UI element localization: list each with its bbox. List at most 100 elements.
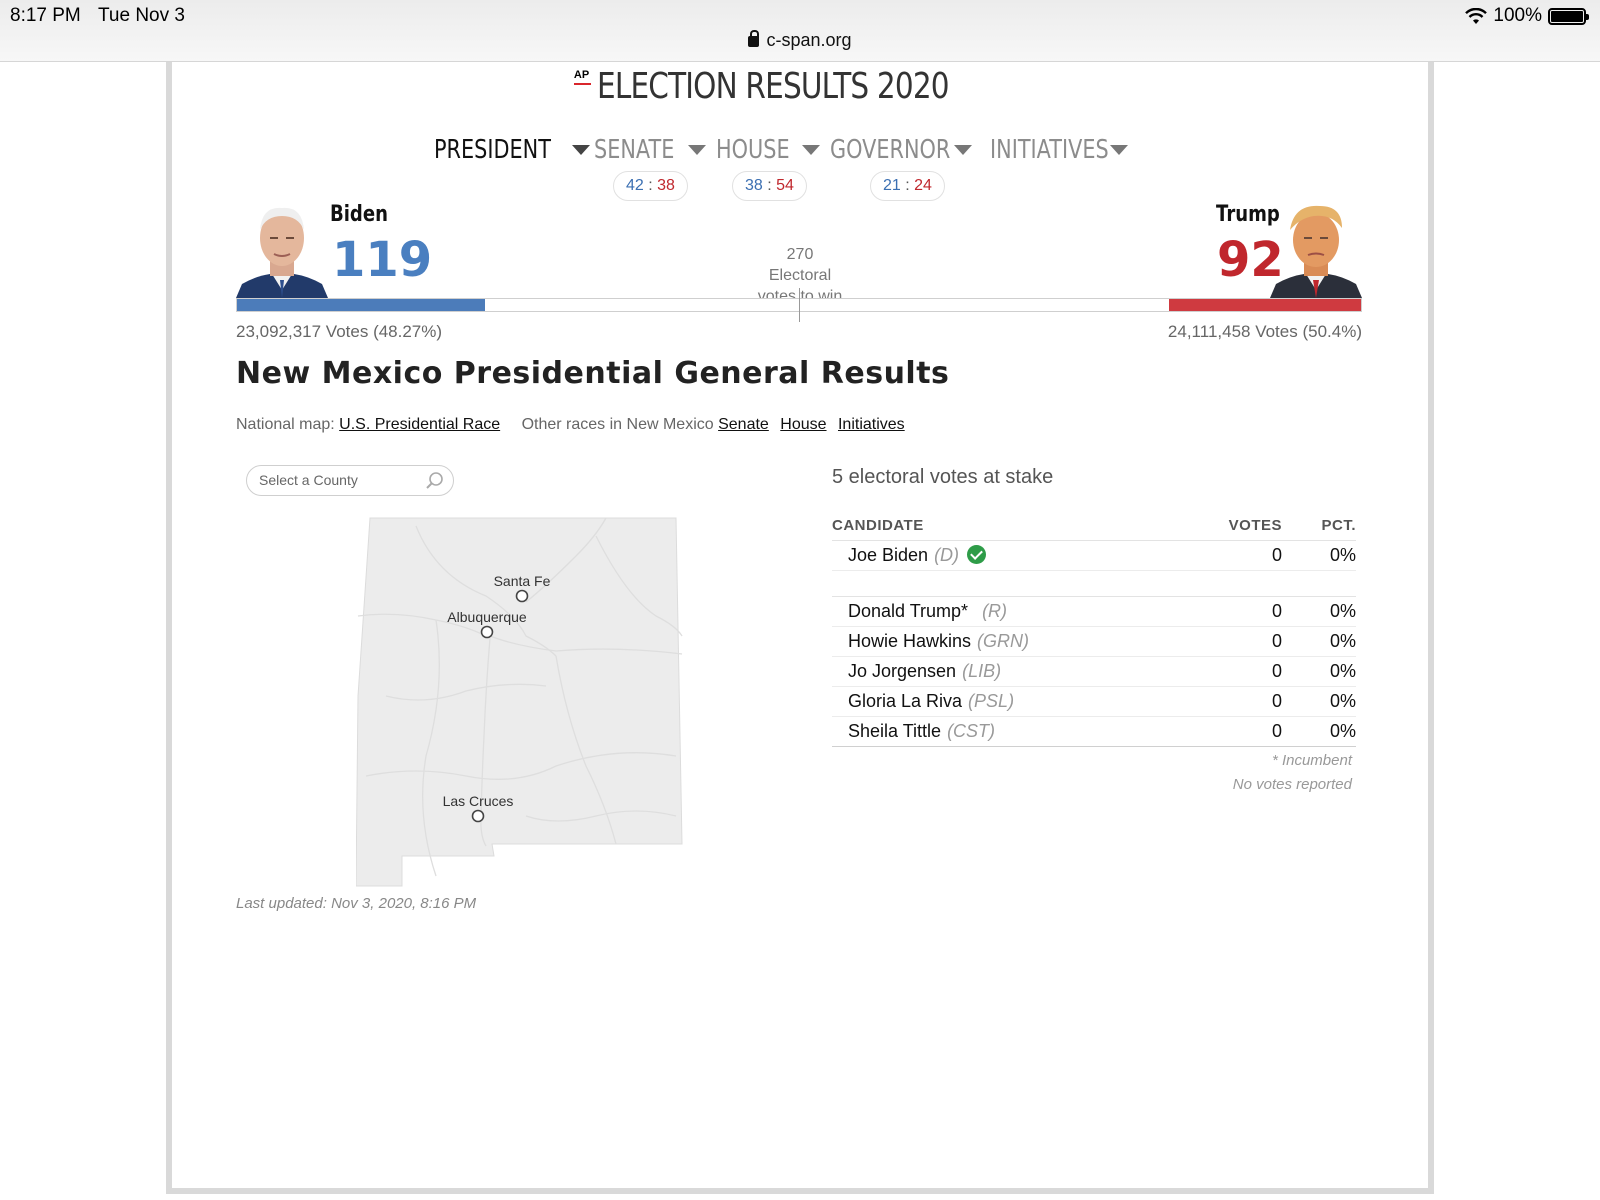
pct-cell: 0% (1282, 656, 1356, 687)
county-search-input[interactable] (259, 472, 419, 488)
rep-score: 54 (776, 177, 794, 194)
senate-score-badge: 42 : 38 (613, 171, 688, 201)
party-label: (D) (934, 544, 960, 565)
ios-status-bar: 8:17 PM Tue Nov 3 100% c-span.org (0, 0, 1600, 62)
dem-score: 42 (626, 177, 644, 194)
party-label: (CST) (947, 720, 996, 741)
pct-column-header: PCT. (1282, 512, 1356, 541)
pct-cell: 0% (1282, 626, 1356, 657)
electoral-votes-at-stake: 5 electoral votes at stake (832, 466, 1054, 488)
table-row: Jo Jorgensen (LIB) 0 0% (832, 656, 1356, 687)
table-row: Howie Hawkins (GRN) 0 0% (832, 626, 1356, 657)
threshold-number: 270 (786, 246, 814, 263)
battery-percent: 100% (1493, 5, 1542, 26)
score-separator: : (648, 177, 653, 194)
votes-cell: 0 (1162, 626, 1282, 657)
race-links: National map: U.S. Presidential Race Oth… (236, 416, 912, 434)
no-votes-note: No votes reported (1232, 776, 1352, 793)
trump-portrait (1270, 205, 1362, 298)
initiatives-link[interactable]: Initiatives (838, 416, 905, 433)
votes-cell: 0 (1162, 596, 1282, 627)
dem-score: 38 (745, 177, 763, 194)
candidate-cell: Jo Jorgensen (LIB) (832, 656, 1162, 687)
dem-score: 21 (883, 177, 901, 194)
candidate-name: Jo Jorgensen (848, 660, 957, 681)
new-mexico-map[interactable]: Santa Fe Albuquerque Las Cruces (356, 516, 700, 896)
tab-senate[interactable]: SENATE 42 : 38 (594, 135, 716, 201)
dem-popular-vote: 23,092,317 Votes (48.27%) (236, 322, 443, 341)
votes-cell: 0 (1162, 656, 1282, 687)
tab-initiatives[interactable]: INITIATIVES (990, 135, 1160, 165)
tab-label: GOVERNOR (830, 135, 951, 165)
search-icon[interactable] (425, 471, 445, 491)
rep-candidate-name: Trump (1216, 202, 1280, 227)
tab-house[interactable]: HOUSE 38 : 54 (716, 135, 830, 201)
candidate-cell: Gloria La Riva (PSL) (832, 686, 1162, 717)
threshold-marker (799, 288, 800, 322)
table-row: Gloria La Riva (PSL) 0 0% (832, 686, 1356, 717)
chevron-down-icon (801, 145, 820, 155)
party-label: (LIB) (962, 660, 1002, 681)
national-race-link[interactable]: U.S. Presidential Race (339, 416, 500, 433)
county-search[interactable] (246, 465, 454, 496)
address-bar[interactable]: c-span.org (0, 30, 1600, 51)
city-label: Albuquerque (447, 609, 527, 625)
other-races-label: Other races in New Mexico (521, 416, 714, 433)
page-header: AP ELECTION RESULTS 2020 (0, 66, 1600, 107)
state-results-title: New Mexico Presidential General Results (236, 356, 950, 391)
page-title: ELECTION RESULTS 2020 (597, 66, 950, 107)
national-map-label: National map: (236, 416, 335, 433)
house-score-badge: 38 : 54 (732, 171, 807, 201)
candidate-column-header: CANDIDATE (832, 512, 1162, 541)
house-link[interactable]: House (780, 416, 826, 433)
senate-link[interactable]: Senate (718, 416, 769, 433)
pct-cell: 0% (1282, 596, 1356, 627)
results-table: CANDIDATE VOTES PCT. Joe Biden (D) 0 0% D… (832, 512, 1356, 747)
incumbent-note: * Incumbent (1271, 752, 1352, 769)
table-header-row: CANDIDATE VOTES PCT. (832, 512, 1356, 541)
candidate-cell: Donald Trump* (R) (832, 596, 1162, 627)
biden-portrait (236, 207, 328, 298)
party-label: (GRN) (977, 630, 1030, 651)
battery-icon (1548, 7, 1589, 25)
threshold-text: Electoral (768, 267, 832, 284)
rep-score: 24 (914, 177, 932, 194)
wifi-icon (1465, 7, 1488, 24)
lock-icon (748, 30, 760, 47)
votes-cell: 0 (1162, 716, 1282, 747)
candidate-cell: Howie Hawkins (GRN) (832, 626, 1162, 657)
ap-logo: AP (573, 69, 592, 85)
chevron-down-icon (1110, 145, 1129, 155)
candidate-name: Sheila Tittle (848, 720, 942, 741)
candidate-name: Joe Biden (848, 544, 929, 565)
candidate-name: Howie Hawkins (848, 630, 972, 651)
candidate-name: Donald Trump* (848, 600, 969, 621)
tab-label: INITIATIVES (990, 135, 1109, 165)
status-indicators: 100% (1465, 5, 1589, 27)
city-label: Santa Fe (494, 573, 551, 589)
pct-cell: 0% (1282, 540, 1356, 571)
table-row-winner: Joe Biden (D) 0 0% (832, 540, 1356, 571)
table-row: Donald Trump* (R) 0 0% (832, 596, 1356, 627)
tab-president[interactable]: PRESIDENT (434, 135, 594, 165)
dem-candidate-name: Biden (330, 202, 388, 227)
chevron-down-icon (572, 145, 591, 155)
tab-label: HOUSE (716, 135, 790, 165)
votes-cell: 0 (1162, 686, 1282, 717)
score-separator: : (767, 177, 772, 194)
votes-cell: 0 (1162, 540, 1282, 571)
race-tabs: PRESIDENT SENATE 42 : 38 HOUSE 38 : 54 G… (434, 135, 1160, 201)
dem-electoral-votes: 119 (332, 232, 433, 288)
table-row: Sheila Tittle (CST) 0 0% (832, 716, 1356, 747)
tab-governor[interactable]: GOVERNOR 21 : 24 (830, 135, 990, 201)
spacer-cell (832, 570, 1356, 597)
chevron-down-icon (954, 145, 973, 155)
status-time: 8:17 PM (10, 5, 81, 26)
url-text: c-span.org (766, 30, 852, 50)
rep-score: 38 (657, 177, 675, 194)
party-label: (R) (982, 600, 1008, 621)
candidate-name: Gloria La Riva (848, 690, 963, 711)
party-label: (PSL) (968, 690, 1015, 711)
table-spacer (832, 570, 1356, 597)
chevron-down-icon (688, 145, 707, 155)
